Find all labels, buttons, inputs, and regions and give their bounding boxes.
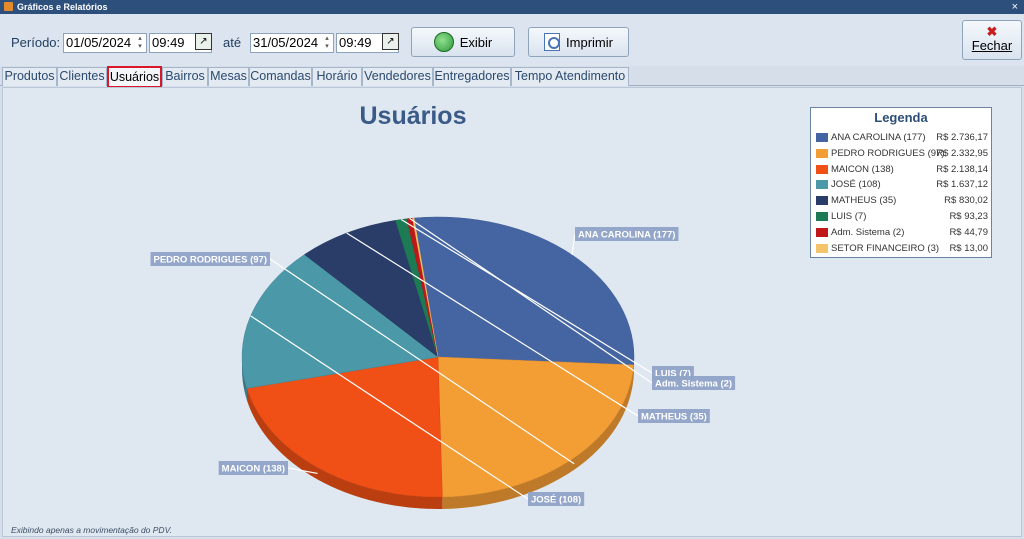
legend-item: PEDRO RODRIGUES (97) R$ 2.332,95 xyxy=(816,146,988,161)
legend-swatch xyxy=(816,133,828,142)
legend-swatch xyxy=(816,164,828,174)
legend-item: MATHEUS (35) R$ 830,02 xyxy=(816,193,988,208)
pie-slice-pedro-rodrigues-97[interactable] xyxy=(437,356,634,498)
leader-line xyxy=(571,233,576,255)
legend-swatch xyxy=(816,148,828,158)
slice-label: MAICON (138) xyxy=(222,464,285,475)
legend-item-value: R$ 2.332,95 xyxy=(936,147,988,159)
legend-item-name: LUIS (7) xyxy=(831,211,867,222)
legend-item: MAICON (138) R$ 2.138,14 xyxy=(816,162,988,177)
legend-item-value: R$ 2.138,14 xyxy=(936,163,988,175)
legend-swatch xyxy=(816,212,828,221)
legend-swatch xyxy=(816,196,828,206)
legend-item-name: MAICON (138) xyxy=(831,163,894,175)
legend-item-name: SETOR FINANCEIRO (3) xyxy=(831,242,940,254)
legend: Legenda ANA CAROLINA (177) R$ 2.736,17 PED… xyxy=(810,107,992,258)
legend-item: LUIS (7) R$ 93,23 xyxy=(816,209,988,224)
legend-item-value: R$ 44,79 xyxy=(949,226,988,238)
legend-item: ANA CAROLINA (177) R$ 2.736,17 xyxy=(816,130,988,145)
legend-swatch xyxy=(816,243,828,253)
slice-label: JOSÉ (108) xyxy=(531,495,581,506)
legend-swatch xyxy=(816,180,828,190)
slice-label-group: ANA CAROLINA (177) xyxy=(571,227,679,255)
legend-item-value: R$ 830,02 xyxy=(944,195,988,207)
slice-label: MATHEUS (35) xyxy=(641,412,707,423)
legend-title: Legenda xyxy=(874,110,928,125)
slice-label: ANA CAROLINA (177) xyxy=(578,230,675,241)
slice-label: Adm. Sistema (2) xyxy=(655,379,732,390)
legend-item-name: Adm. Sistema (2) xyxy=(831,226,905,238)
legend-item: SETOR FINANCEIRO (3) R$ 13,00 xyxy=(816,241,988,256)
footnote: Exibindo apenas a movimentação do PDV. xyxy=(11,525,172,535)
legend-item: JOSÉ (108) R$ 1.637,12 xyxy=(816,177,988,192)
legend-item-name: ANA CAROLINA (177) xyxy=(831,132,926,143)
legend-swatch xyxy=(816,227,828,237)
legend-item-name: MATHEUS (35) xyxy=(831,195,897,207)
legend-item-value: R$ 2.736,17 xyxy=(936,132,988,143)
legend-item-name: PEDRO RODRIGUES (97) xyxy=(831,147,945,159)
legend-item-name: JOSÉ (108) xyxy=(831,179,881,191)
slice-label: PEDRO RODRIGUES (97) xyxy=(154,255,268,266)
legend-item-value: R$ 93,23 xyxy=(949,211,988,222)
legend-item-value: R$ 13,00 xyxy=(949,242,988,254)
legend-item: Adm. Sistema (2) R$ 44,79 xyxy=(816,225,988,240)
legend-item-value: R$ 1.637,12 xyxy=(936,179,988,191)
pie-chart: ANA CAROLINA (177) PEDRO RODRIGUES (97) MA… xyxy=(150,216,736,510)
